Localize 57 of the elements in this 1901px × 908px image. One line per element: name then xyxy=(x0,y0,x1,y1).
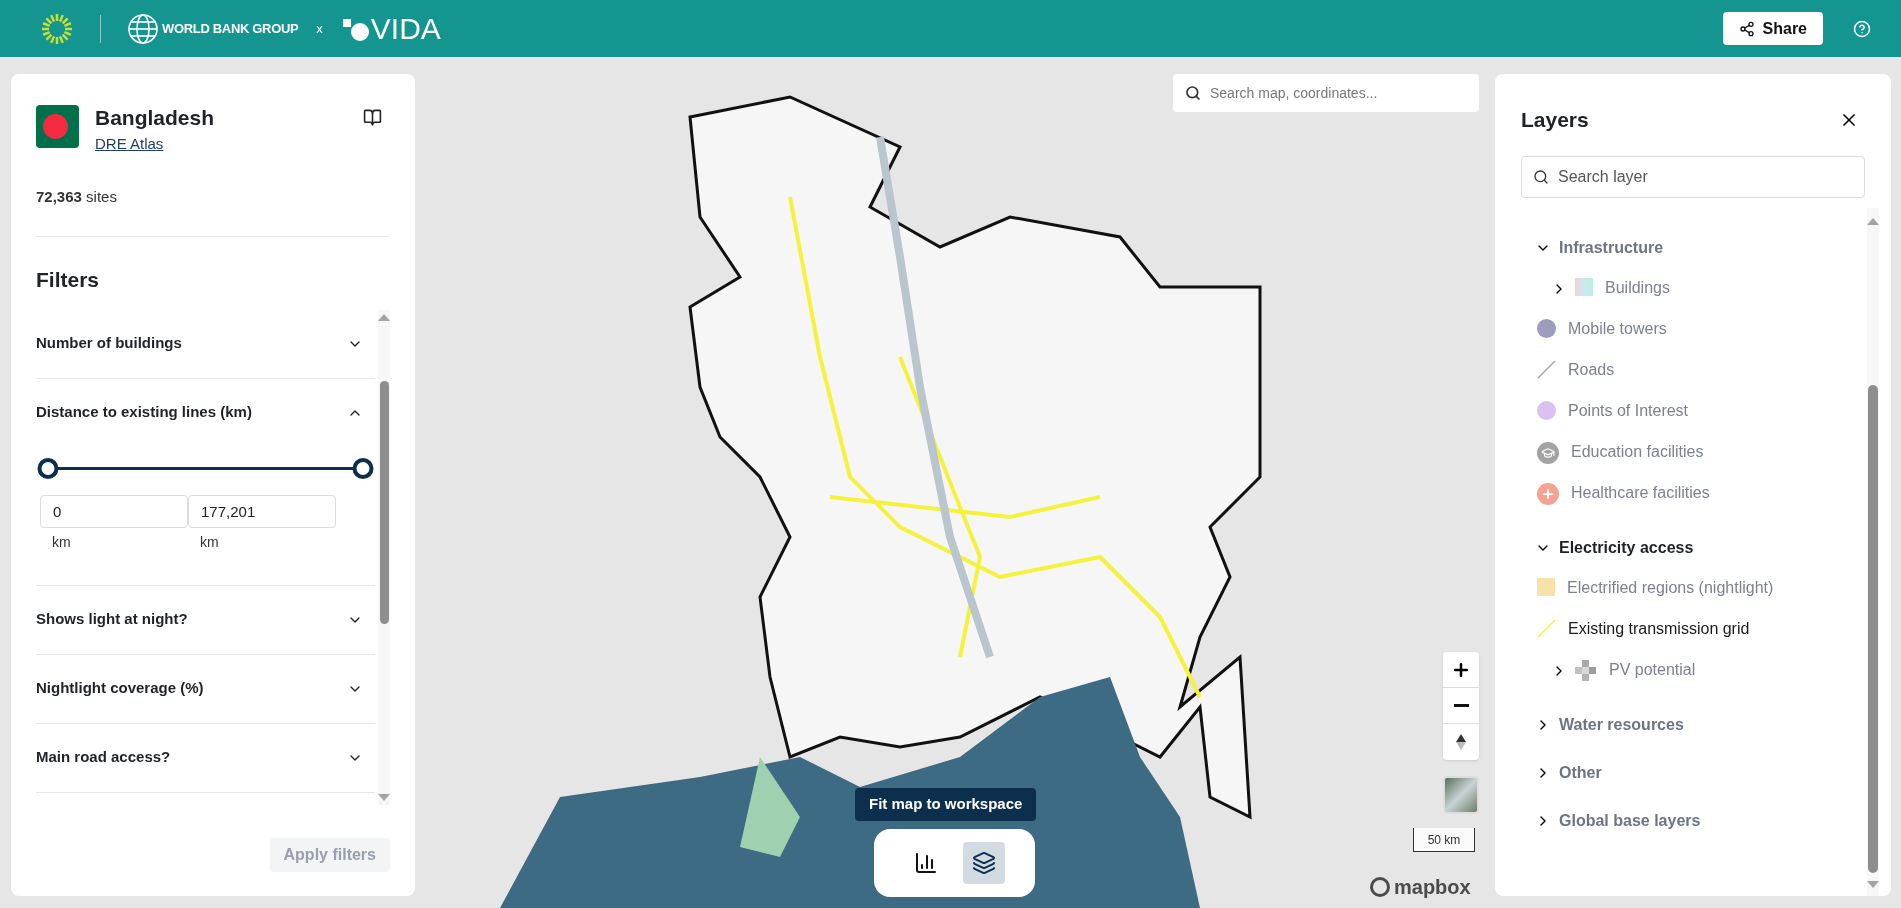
layer-item[interactable]: Mobile towers xyxy=(1568,313,1778,344)
layer-item[interactable]: Points of Interest xyxy=(1568,395,1778,426)
organization-logo-text: WORLD BANK GROUP xyxy=(162,19,299,38)
layer-item[interactable]: Buildings xyxy=(1605,272,1815,303)
map-search-field[interactable]: Search map, coordinates... xyxy=(1173,74,1479,112)
globe-logo-icon xyxy=(127,12,159,45)
range-input[interactable]: 0 xyxy=(40,494,188,528)
scrollbar[interactable] xyxy=(1867,207,1879,896)
slider-handle[interactable] xyxy=(37,458,59,479)
bar-chart-icon xyxy=(913,851,938,875)
country-title: Bangladesh xyxy=(95,105,215,131)
book-icon[interactable] xyxy=(363,108,382,127)
slider-handle[interactable] xyxy=(352,458,374,479)
separator-text: x xyxy=(316,19,323,38)
tooltip: Fit map to workspace xyxy=(855,788,1037,821)
partner-logo-text: VIDA xyxy=(370,13,441,44)
range-input[interactable]: 177,201 xyxy=(188,494,336,528)
search-icon xyxy=(1533,168,1549,185)
filter-header[interactable]: Nightlight coverage (%) xyxy=(36,654,375,723)
filter-header[interactable]: Main road access? xyxy=(36,723,375,792)
unit-label: km xyxy=(52,532,72,552)
flag-icon xyxy=(36,105,79,148)
layers-button[interactable] xyxy=(962,842,1005,884)
layer-item[interactable]: Electrified regions (nightlight) xyxy=(1567,572,1777,603)
basemap-thumbnail[interactable] xyxy=(1443,776,1479,814)
layer-search-field[interactable]: Search layer xyxy=(1521,155,1865,198)
layer-item[interactable]: PV potential xyxy=(1609,654,1819,685)
filter-header[interactable]: Shows light at night? xyxy=(36,585,375,654)
share-icon xyxy=(1738,20,1755,37)
sunburst-logo-icon xyxy=(40,11,74,46)
atlas-link[interactable]: DRE Atlas xyxy=(95,133,215,156)
layer-item[interactable]: Existing transmission grid xyxy=(1568,613,1778,644)
attribution-logo: mapbox xyxy=(1370,872,1471,902)
help-icon[interactable] xyxy=(1853,19,1871,38)
search-icon xyxy=(1185,85,1201,101)
share-button[interactable]: Share xyxy=(1722,12,1823,45)
layer-item[interactable]: Education facilities xyxy=(1571,436,1781,467)
layer-group-header[interactable]: Water resources xyxy=(1559,712,1684,737)
layer-group-header[interactable]: Infrastructure xyxy=(1559,235,1664,260)
filter-header[interactable]: Distance to existing lines (km) xyxy=(36,378,375,447)
filter-header[interactable]: Number of buildings xyxy=(36,309,375,378)
layer-group-header[interactable]: Other xyxy=(1559,760,1602,785)
filters-heading: Filters xyxy=(36,267,101,293)
sites-count: 72,363 sites xyxy=(36,186,118,207)
minus-icon xyxy=(1453,704,1469,707)
layers-heading: Layers xyxy=(1521,107,1589,133)
scale-bar: 50 km xyxy=(1413,828,1475,852)
gradient-swatch-icon xyxy=(1575,277,1593,296)
unit-label: km xyxy=(200,532,220,552)
layer-group-header[interactable]: Global base layers xyxy=(1559,808,1701,833)
layer-item[interactable]: Roads xyxy=(1568,354,1778,385)
scrollbar[interactable] xyxy=(378,309,390,805)
mapbox-icon xyxy=(1370,877,1390,897)
layers-icon xyxy=(971,851,996,875)
layer-item[interactable]: Healthcare facilities xyxy=(1571,477,1781,508)
checker-icon xyxy=(1575,659,1597,682)
layer-group-header[interactable]: Electricity access xyxy=(1559,535,1694,560)
